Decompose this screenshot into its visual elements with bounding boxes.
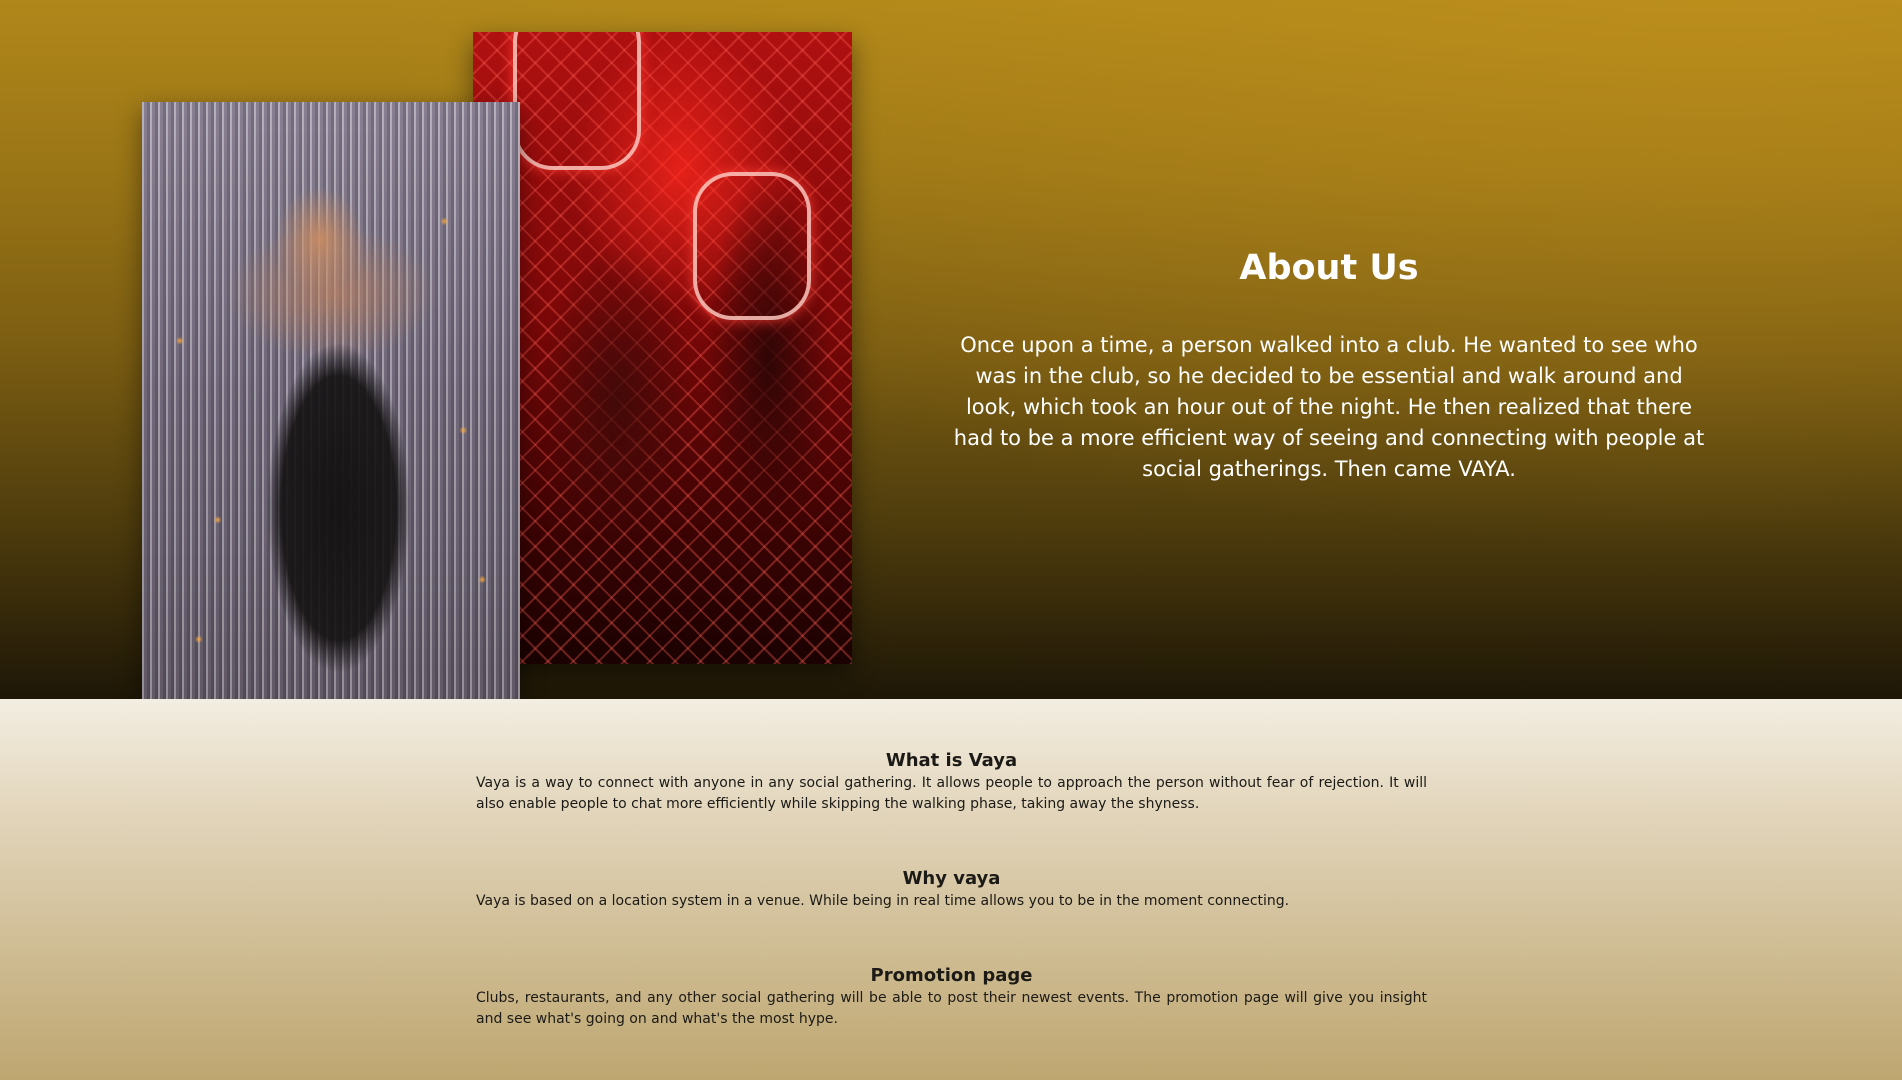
section-body: Clubs, restaurants, and any other social…: [476, 990, 1427, 1027]
section-heading: Promotion page: [870, 965, 1033, 986]
section-body: Vaya is a way to connect with anyone in …: [476, 775, 1427, 812]
woman-in-black-dress-photo: [142, 102, 520, 699]
section-body: Vaya is based on a location system in a …: [476, 893, 1290, 909]
about-hero: About Us Once upon a time, a person walk…: [0, 0, 1902, 699]
club-neon-dancers-photo: [473, 32, 852, 664]
info-section: What is Vaya Vaya is a way to connect wi…: [0, 699, 1902, 1080]
sparkle-lights-decoration: [142, 102, 520, 699]
section-what-is-vaya: What is Vaya Vaya is a way to connect wi…: [476, 749, 1427, 815]
about-block: About Us Once upon a time, a person walk…: [950, 240, 1708, 485]
neon-sign-decoration: [513, 32, 641, 170]
about-body: Once upon a time, a person walked into a…: [953, 333, 1705, 481]
section-promotion-page: Promotion page Clubs, restaurants, and a…: [476, 964, 1427, 1030]
section-why-vaya: Why vaya Vaya is based on a location sys…: [476, 867, 1427, 912]
section-heading: What is Vaya: [885, 750, 1018, 771]
section-heading: Why vaya: [902, 868, 1001, 889]
neon-sign-decoration: [693, 172, 811, 320]
about-title: About Us: [1239, 248, 1419, 288]
